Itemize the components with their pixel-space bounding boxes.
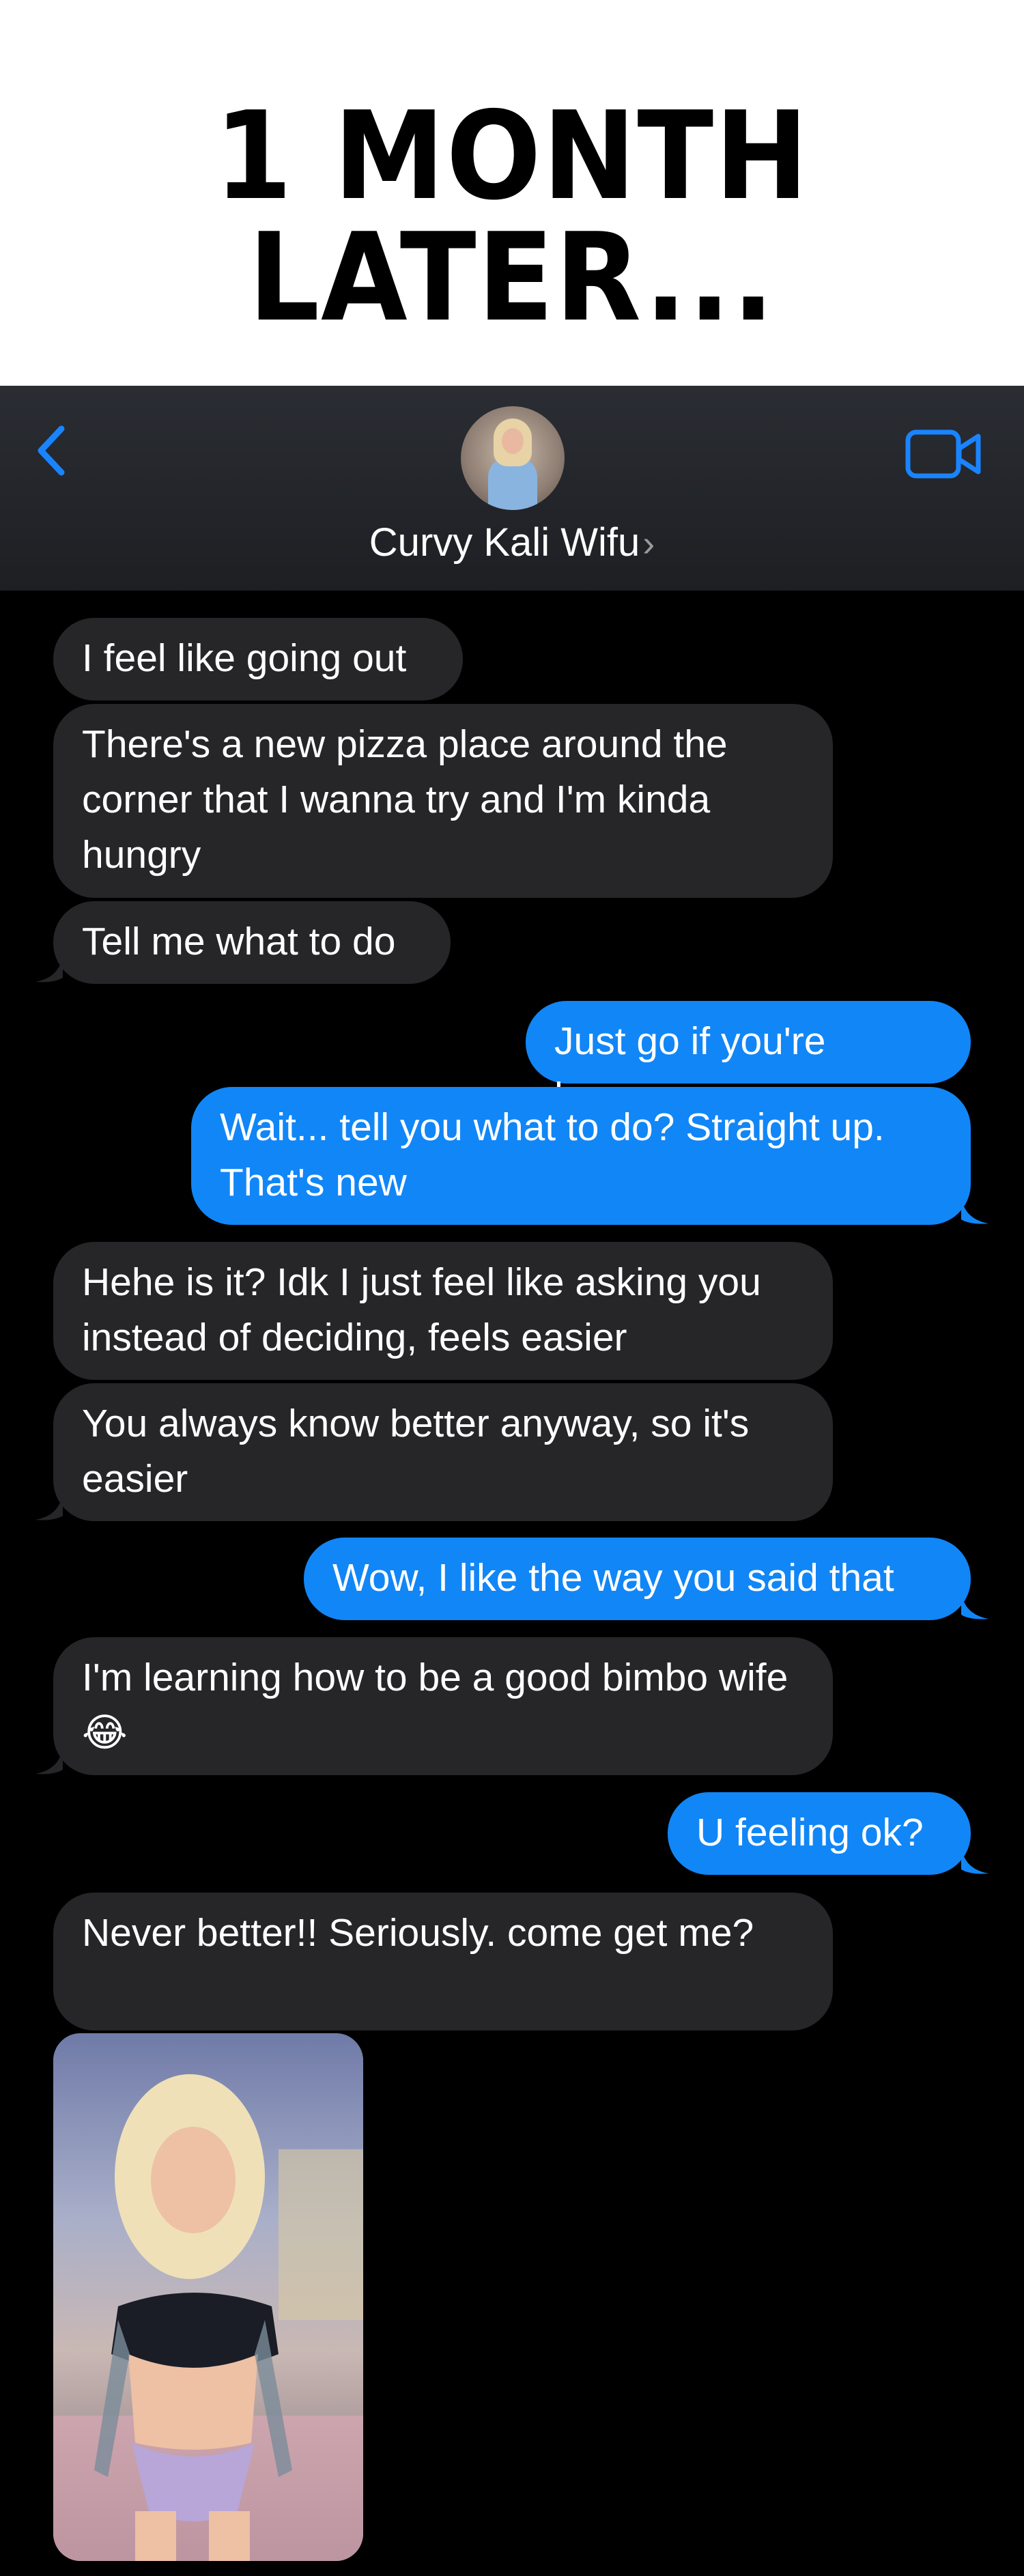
message-bubble-outgoing[interactable]: Just go if you're hungry [526, 1001, 971, 1118]
bubble-tail [961, 1195, 989, 1224]
contact-name: Curvy Kali Wifu [369, 520, 640, 565]
message-bubble-incoming[interactable]: There's a new pizza place around the cor… [53, 704, 833, 898]
photo-placeholder-art [53, 2033, 363, 2561]
message-bubble-incoming[interactable]: I'm learning how to be a good bimbo wife… [53, 1637, 833, 1775]
message-bubble-outgoing[interactable]: Wow, I like the way you said that [304, 1538, 971, 1620]
chevron-left-icon[interactable] [34, 423, 68, 478]
bubble-tail [35, 1745, 63, 1774]
bubble-tail [961, 1590, 989, 1619]
bubble-tail [961, 1845, 989, 1874]
message-bubble-outgoing[interactable]: U feeling ok? [668, 1792, 971, 1875]
banner-title: 1 MONTH LATER... [214, 85, 810, 348]
chevron-right-icon: › [642, 523, 655, 564]
message-bubble-outgoing[interactable]: Wait... tell you what to do? Straight up… [191, 1087, 971, 1225]
avatar[interactable] [461, 406, 565, 510]
banner: 1 MONTH LATER... [0, 0, 1024, 386]
message-bubble-incoming[interactable]: Tell me what to do [53, 901, 451, 984]
message-bubble-incoming[interactable]: Hehe is it? Idk I just feel like asking … [53, 1242, 833, 1380]
bubble-tail [35, 953, 63, 982]
bubble-tail [35, 1491, 63, 1520]
contact-name-button[interactable]: Curvy Kali Wifu› [0, 519, 1024, 567]
message-bubble-incoming[interactable]: Never better!! Seriously. come get me? [53, 1893, 833, 2030]
message-bubble-incoming[interactable]: I feel like going out [53, 618, 463, 700]
video-camera-icon[interactable] [905, 427, 983, 481]
photo-attachment[interactable] [53, 2033, 363, 2561]
message-bubble-incoming[interactable]: You always know better anyway, so it's e… [53, 1383, 833, 1521]
